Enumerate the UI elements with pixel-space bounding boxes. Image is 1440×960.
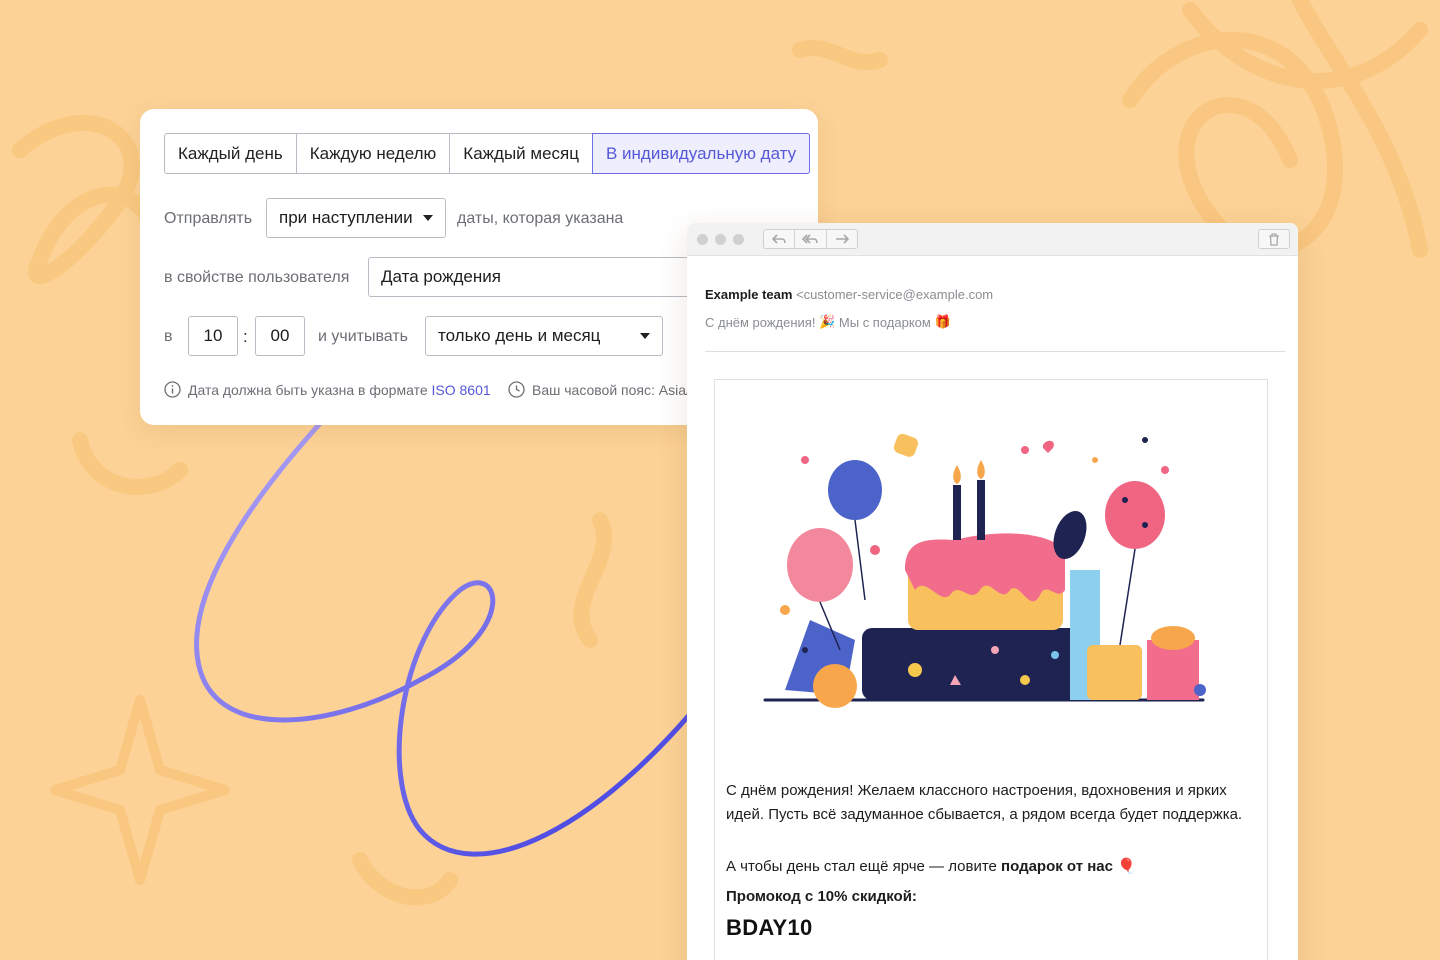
email-body: С днём рождения! Желаем классного настро… [714,379,1268,960]
send-mode-select[interactable]: при наступлении [266,198,446,238]
promo-code: BDAY10 [726,915,813,940]
forward-button[interactable] [825,230,857,248]
consider-label: и учитывать [318,328,409,345]
consider-value: только день и месяц [438,326,601,345]
date-format-hint-text: Дата должна быть указна в формате [188,381,428,398]
consider-select[interactable]: только день и месяц [425,316,663,356]
greeting-line-2: идей. Пусть всё задуманное сбывается, а … [726,806,1243,823]
sender-name: Example team [705,287,793,302]
subject-text-2: Мы с подарком [838,314,931,330]
frequency-tabs: Каждый день Каждую неделю Каждый месяц В… [164,133,811,174]
at-label: в [164,328,173,345]
window-toolbar [687,223,1298,256]
party-popper-emoji: 🎉 [819,314,836,329]
gift-paragraph: А чтобы день стал ещё ярче — ловите пода… [726,855,1266,879]
timezone-text: Ваш часовой пояс: Asia/ [532,381,690,398]
sender-email: <customer-service@example.com [796,287,994,302]
timezone-hint: Ваш часовой пояс: Asia/ [508,381,690,398]
time-separator: : [243,327,248,346]
greeting-line-1: С днём рождения! Желаем классного настро… [726,782,1227,799]
window-zoom-dot[interactable] [733,234,744,245]
greeting-paragraph: С днём рождения! Желаем классного настро… [726,779,1266,827]
email-sender: Example team <customer-service@example.c… [705,287,993,302]
property-label: в свойстве пользователя [164,269,350,286]
iso-8601-link[interactable]: ISO 8601 [432,382,491,398]
reply-all-icon [802,234,819,244]
minute-input[interactable]: 00 [255,316,305,356]
header-divider [705,351,1285,352]
gift-text: А чтобы день стал ещё ярче — ловите [726,858,997,875]
send-label: Отправлять [164,210,253,227]
birthday-cake-illustration [763,433,1206,708]
delete-button[interactable] [1258,229,1290,249]
reply-icon [772,234,786,244]
mail-actions-group [763,229,858,249]
property-value: Дата рождения [381,267,501,286]
window-minimize-dot[interactable] [715,234,726,245]
email-subject: С днём рождения! 🎉 Мы с подарком 🎁 [705,314,951,330]
chevron-down-icon [640,333,650,339]
trash-icon [1269,232,1279,246]
subject-text-1: С днём рождения! [705,314,816,330]
date-format-hint: Дата должна быть указна в формате ISO 86… [164,381,491,398]
info-icon [164,381,181,398]
tab-every-day[interactable]: Каждый день [165,134,296,173]
balloon-emoji: 🎈 [1117,858,1136,875]
email-preview-window: Example team <customer-service@example.c… [687,223,1298,960]
tab-every-week[interactable]: Каждую неделю [295,134,450,173]
reply-all-button[interactable] [794,230,825,248]
reply-button[interactable] [764,230,794,248]
forward-icon [835,234,849,244]
gift-text-bold: подарок от нас [1001,858,1113,875]
gift-emoji: 🎁 [934,314,951,329]
send-mode-value: при наступлении [279,208,413,227]
tab-custom-date[interactable]: В индивидуальную дату [591,133,811,174]
promo-label: Промокод с 10% скидкой: [726,888,917,905]
date-label: даты, которая указана [457,210,624,227]
clock-icon [508,381,525,398]
chevron-down-icon [423,215,433,221]
window-close-dot[interactable] [697,234,708,245]
hour-input[interactable]: 10 [188,316,238,356]
tab-every-month[interactable]: Каждый месяц [449,134,592,173]
